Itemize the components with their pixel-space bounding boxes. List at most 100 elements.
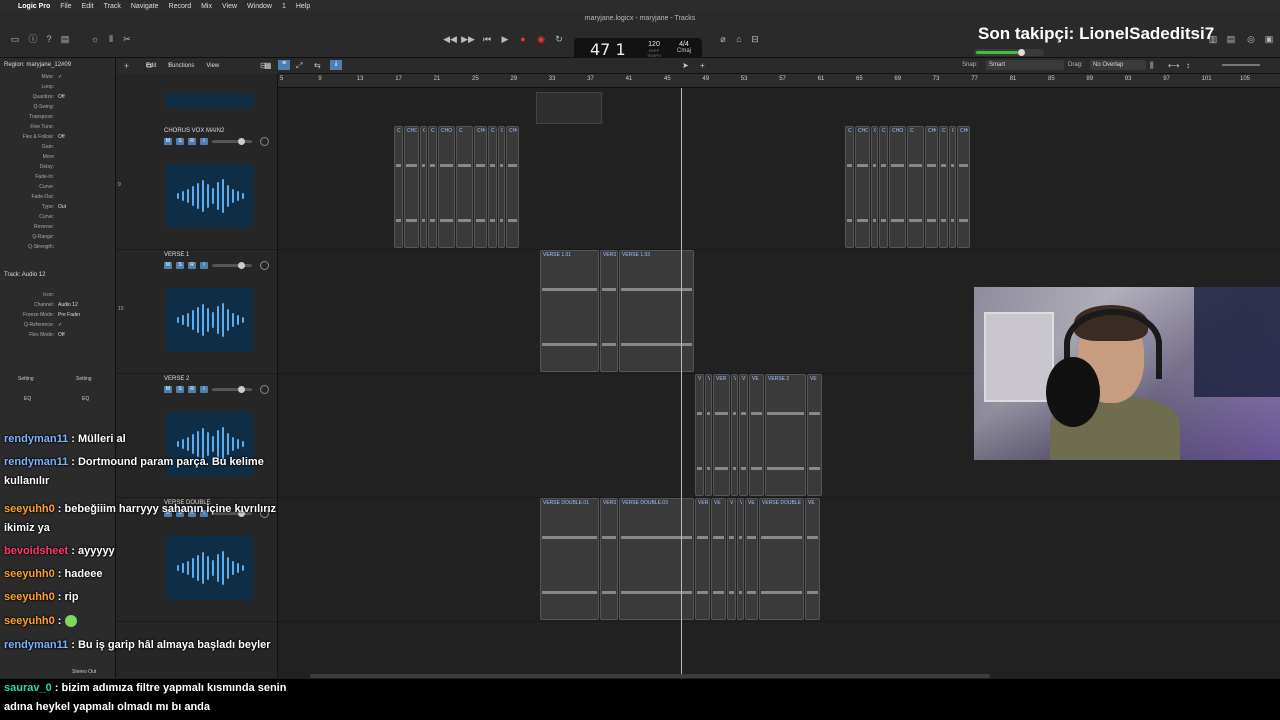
menu-1[interactable]: 1 — [282, 3, 286, 10]
inspector-row[interactable]: Fade-Out: — [0, 194, 112, 202]
automation-icon[interactable]: ⤢ — [296, 61, 302, 71]
grid-view-icon[interactable]: ▦ — [264, 61, 272, 70]
track-inspector-row[interactable]: Channel: Audio 12 — [0, 302, 112, 310]
verse-double-region[interactable]: VERS — [600, 498, 618, 620]
chorus-region[interactable]: C — [871, 126, 878, 248]
record-enable-button[interactable]: R — [188, 386, 196, 393]
inspector-row[interactable]: Loop: — [0, 84, 112, 92]
inspector-row-value[interactable]: ✓ — [58, 74, 62, 80]
solo-button[interactable]: S — [176, 262, 184, 269]
mute-button[interactable]: M — [164, 138, 172, 145]
chorus-region[interactable]: CHO — [957, 126, 970, 248]
track-inspector-row-value[interactable]: ✓ — [58, 322, 62, 328]
chorus-region[interactable]: C — [845, 126, 854, 248]
app-menu[interactable]: Logic Pro — [18, 3, 50, 10]
flex-icon[interactable]: ⇆ — [314, 61, 321, 70]
verse-double-region[interactable]: V — [737, 498, 744, 620]
menu-view[interactable]: View — [222, 3, 237, 10]
waveform-zoom-icon[interactable]: ⫼ — [1150, 61, 1154, 71]
verse2-region[interactable]: VERSE 2 — [765, 374, 806, 496]
menu-file[interactable]: File — [60, 3, 71, 10]
smart-controls-icon[interactable]: ☼ — [88, 34, 102, 45]
record-enable-button[interactable]: R — [188, 138, 196, 145]
browser-icon[interactable]: ▣ — [1262, 34, 1276, 45]
loop-browser-icon[interactable]: ◎ — [1244, 34, 1258, 45]
mute-button[interactable]: M — [164, 386, 172, 393]
zoom-slider[interactable] — [1222, 64, 1260, 66]
drag-select[interactable]: No Overlap — [1090, 60, 1146, 70]
toolbar-icon[interactable]: ▤ — [58, 34, 72, 45]
verse2-region[interactable]: VE — [749, 374, 764, 496]
verse-double-region[interactable]: VERSE DOUBLE.03 — [619, 498, 694, 620]
track-header[interactable]: 9 CHORUS VOX MAIN2 M S R I — [116, 126, 276, 250]
track-volume-knob[interactable] — [238, 262, 245, 269]
chorus-region[interactable]: CHO — [404, 126, 419, 248]
chorus-region[interactable]: C — [907, 126, 924, 248]
inspector-icon[interactable]: ⓘ — [26, 34, 40, 45]
input-monitor-button[interactable]: I — [200, 386, 208, 393]
menu-window[interactable]: Window — [247, 3, 272, 10]
chorus-region[interactable]: C — [488, 126, 497, 248]
master-volume-slider[interactable] — [974, 49, 1044, 56]
verse-double-region[interactable]: VERSE DOUBLE.01 — [540, 498, 599, 620]
inspector-row[interactable]: Transpose: — [0, 114, 112, 122]
record-icon[interactable]: ● — [516, 34, 530, 45]
solo-button[interactable]: S — [176, 138, 184, 145]
chorus-region[interactable]: C — [498, 126, 505, 248]
zoom-horizontal-icon[interactable]: ⟷ — [1168, 61, 1179, 70]
view-menu[interactable]: View — [206, 63, 219, 69]
chorus-region[interactable]: C — [394, 126, 403, 248]
inspector-row[interactable]: Curve: — [0, 214, 112, 222]
inspector-row[interactable]: Gain: — [0, 144, 112, 152]
cycle-icon[interactable]: ↻ — [552, 34, 566, 45]
chorus-region[interactable]: CHO — [506, 126, 519, 248]
inspector-row[interactable]: Delay: — [0, 164, 112, 172]
inspector-row[interactable]: Q-Swing: — [0, 104, 112, 112]
verse-double-region[interactable]: VERSE DOUBLE — [759, 498, 804, 620]
chorus-region[interactable]: C — [420, 126, 427, 248]
menu-help[interactable]: Help — [296, 3, 310, 10]
inspector-row[interactable]: Fine Tune: — [0, 124, 112, 132]
inspector-row[interactable]: Curve: — [0, 184, 112, 192]
track-pan-knob[interactable] — [260, 385, 269, 394]
inspector-row[interactable]: Flex & Follow: Off — [0, 134, 112, 142]
verse-double-region[interactable]: VE — [711, 498, 726, 620]
chorus-region[interactable]: C — [456, 126, 473, 248]
track-header[interactable]: 10 VERSE 1 MSRI — [116, 250, 276, 374]
go-to-start-icon[interactable]: ⏮ — [480, 34, 494, 45]
zoom-vertical-icon[interactable]: ↕ — [1186, 61, 1190, 70]
count-in-icon[interactable]: ⊟ — [748, 34, 762, 45]
quick-help-icon[interactable]: ? — [42, 34, 56, 45]
verse2-region[interactable]: V — [731, 374, 738, 496]
verse1-region[interactable]: VERSE 1.03 — [619, 250, 694, 372]
chorus-region[interactable]: C — [879, 126, 888, 248]
chorus-region[interactable]: CHO — [438, 126, 455, 248]
track-pan-knob[interactable] — [260, 137, 269, 146]
mute-button[interactable]: M — [164, 262, 172, 269]
track-volume-slider[interactable] — [212, 386, 252, 393]
catch-icon[interactable]: ⤓ — [330, 60, 342, 70]
list-view-icon[interactable]: ≡ — [278, 60, 290, 70]
track-inspector-row[interactable]: Q-Reference: ✓ — [0, 322, 112, 330]
verse1-region[interactable]: VERS — [600, 250, 618, 372]
inspector-row[interactable]: Mute: ✓ — [0, 74, 112, 82]
eq-button-1[interactable]: EQ — [24, 396, 31, 402]
chorus-region[interactable]: CHO — [474, 126, 487, 248]
editors-icon[interactable]: ✂ — [120, 34, 134, 45]
menu-record[interactable]: Record — [169, 3, 192, 10]
verse1-region[interactable]: VERSE 1.01 — [540, 250, 599, 372]
menu-navigate[interactable]: Navigate — [131, 3, 159, 10]
inspector-row[interactable]: More — [0, 154, 112, 162]
track-name[interactable]: CHORUS VOX MAIN2 — [164, 128, 224, 134]
chorus-region[interactable]: C — [939, 126, 948, 248]
inspector-row[interactable]: Fade-In: — [0, 174, 112, 182]
inspector-row-value[interactable]: Off — [58, 94, 65, 100]
record-enable-button[interactable]: R — [188, 262, 196, 269]
inspector-row-value[interactable]: Out — [58, 204, 66, 210]
inspector-row[interactable]: Quantize: Off — [0, 94, 112, 102]
library-icon[interactable]: ▭ — [8, 34, 22, 45]
secondary-tool-icon[interactable]: + — [700, 61, 705, 70]
chorus-region[interactable]: C — [428, 126, 437, 248]
chorus-region[interactable]: C — [949, 126, 956, 248]
setting-button-2[interactable]: Setting — [76, 376, 92, 382]
